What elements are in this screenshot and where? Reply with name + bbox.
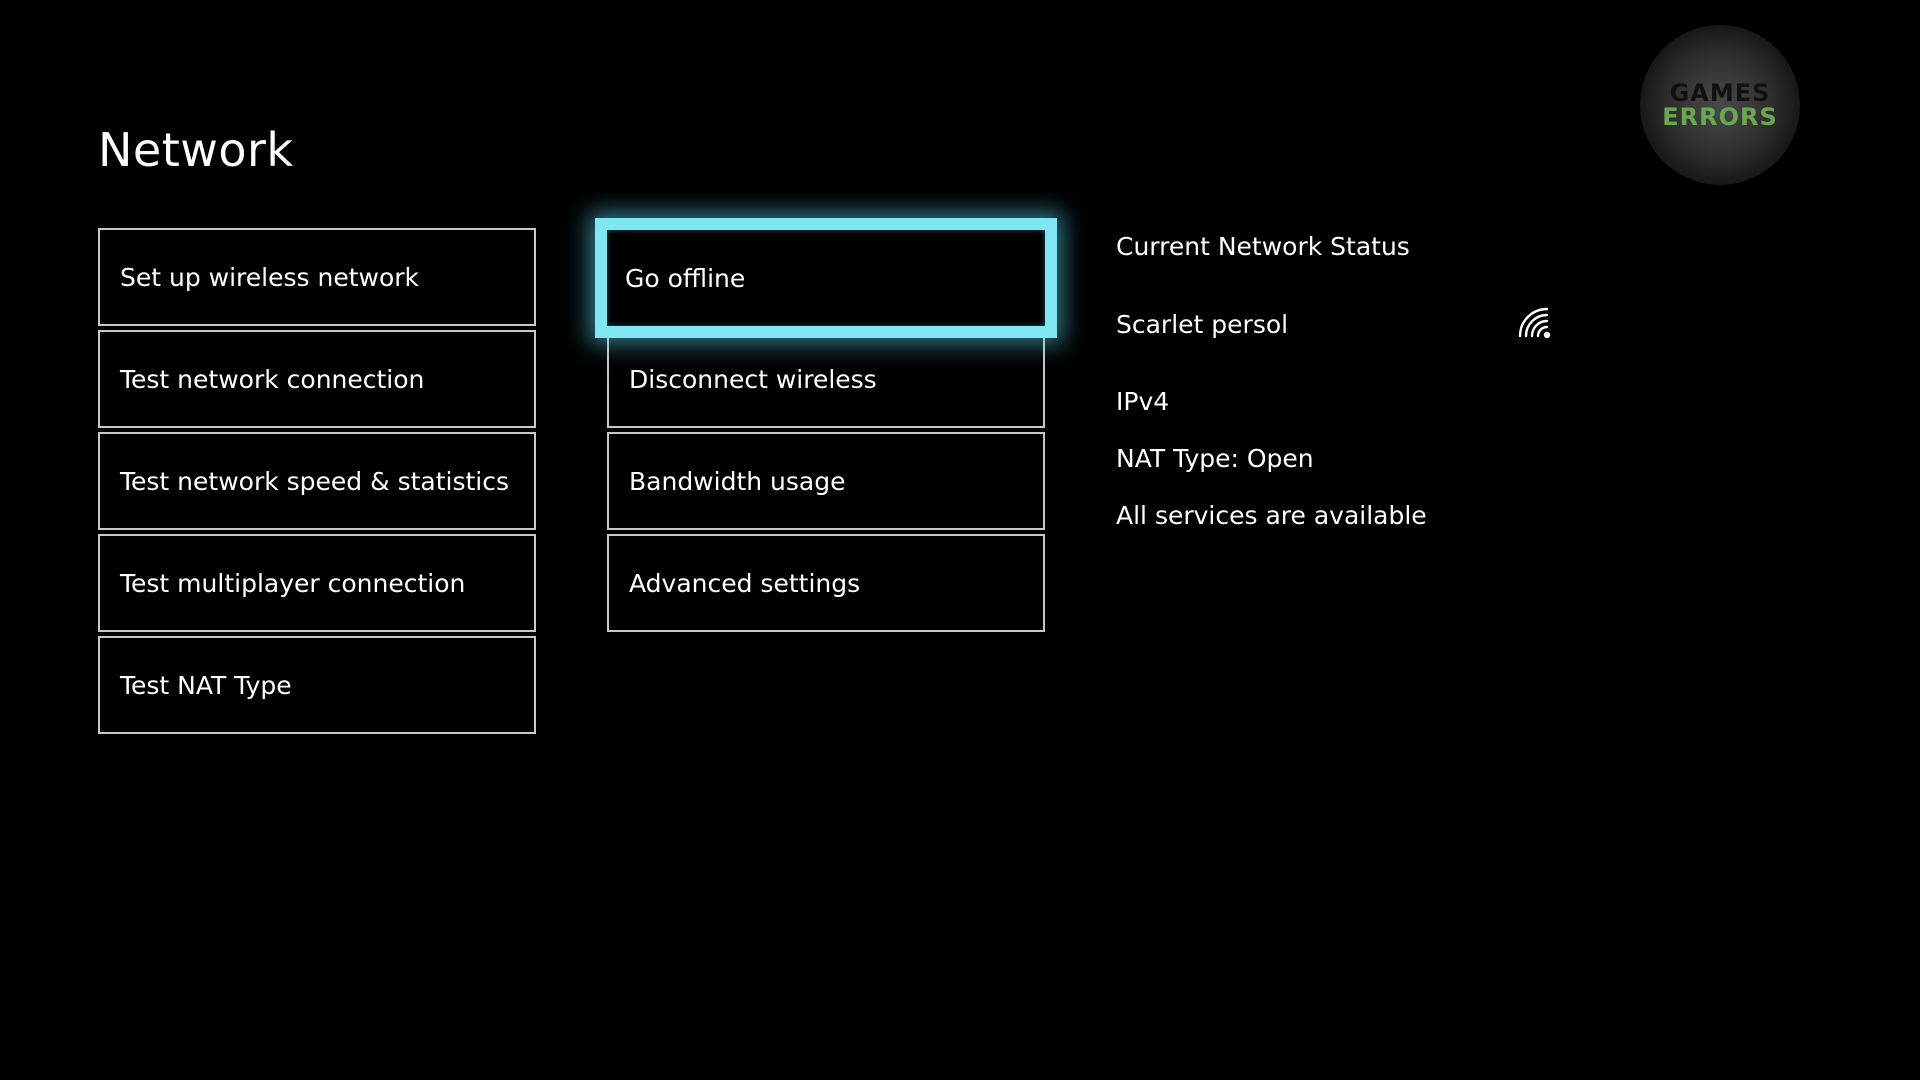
ip-version: IPv4 bbox=[1116, 387, 1170, 416]
services-status: All services are available bbox=[1116, 501, 1427, 530]
tile-label: Advanced settings bbox=[629, 568, 861, 598]
test-nat-type-button[interactable]: Test NAT Type bbox=[98, 636, 536, 734]
tile-label: Test network speed & statistics bbox=[120, 466, 510, 496]
nat-type: NAT Type: Open bbox=[1116, 444, 1314, 473]
games-errors-logo: GAMES ERRORS bbox=[1640, 25, 1800, 185]
test-network-speed-button[interactable]: Test network speed & statistics bbox=[98, 432, 536, 530]
tile-label: Test NAT Type bbox=[120, 670, 292, 700]
tile-label: Go offline bbox=[625, 263, 746, 293]
tile-label: Bandwidth usage bbox=[629, 466, 846, 496]
bandwidth-usage-button[interactable]: Bandwidth usage bbox=[607, 432, 1045, 530]
test-network-connection-button[interactable]: Test network connection bbox=[98, 330, 536, 428]
setup-wireless-network-button[interactable]: Set up wireless network bbox=[98, 228, 536, 326]
logo-text-line2: ERRORS bbox=[1662, 103, 1778, 131]
disconnect-wireless-button[interactable]: Disconnect wireless bbox=[607, 330, 1045, 428]
test-multiplayer-connection-button[interactable]: Test multiplayer connection bbox=[98, 534, 536, 632]
network-settings-page: Network Set up wireless network Test net… bbox=[0, 0, 1920, 1080]
go-offline-button[interactable]: Go offline bbox=[595, 218, 1057, 338]
network-name: Scarlet persol bbox=[1116, 310, 1289, 339]
status-heading: Current Network Status bbox=[1116, 232, 1410, 261]
tile-label: Test multiplayer connection bbox=[120, 568, 466, 598]
tile-label: Disconnect wireless bbox=[629, 364, 877, 394]
tile-label: Test network connection bbox=[120, 364, 425, 394]
logo-text-line1: GAMES bbox=[1669, 79, 1771, 107]
advanced-settings-button[interactable]: Advanced settings bbox=[607, 534, 1045, 632]
wifi-signal-icon bbox=[1518, 307, 1551, 339]
tile-label: Set up wireless network bbox=[120, 262, 420, 292]
page-title: Network bbox=[98, 123, 294, 177]
